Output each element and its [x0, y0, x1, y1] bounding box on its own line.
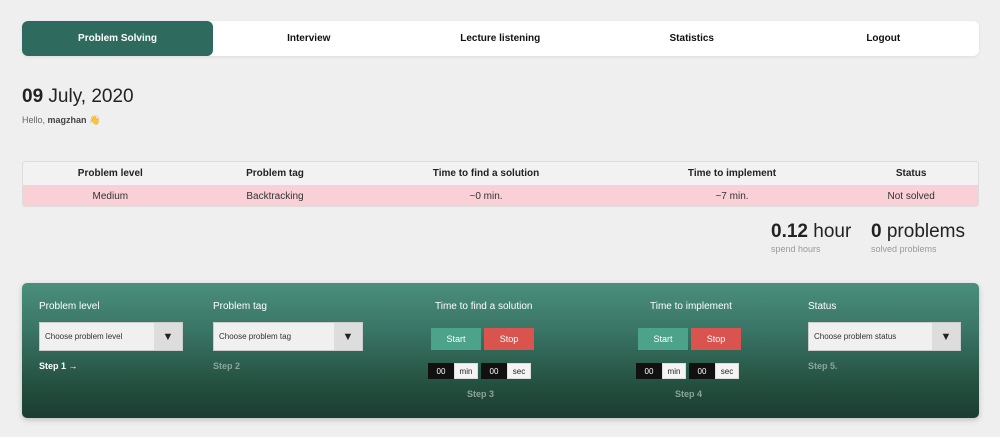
stat-hours-caption: spend hours	[771, 244, 821, 254]
stat-problems-value: 0 problems	[871, 221, 965, 243]
level-title: Problem level	[39, 301, 100, 312]
find-sec-unit: sec	[507, 363, 531, 379]
stat-problems: 0 problems solved problems	[871, 221, 965, 254]
level-select-text: Choose problem level	[45, 332, 123, 341]
find-min-unit: min	[454, 363, 478, 379]
tag-select-text: Choose problem tag	[219, 332, 292, 341]
date-month-year: July, 2020	[48, 86, 134, 107]
stat-hours-value: 0.12 hour	[771, 221, 851, 243]
greeting: Hello, magzhan 👋	[22, 115, 100, 126]
problems-unit: problems	[886, 221, 966, 242]
implement-stop-button[interactable]: Stop	[691, 328, 741, 350]
implement-min-unit: min	[662, 363, 686, 379]
nav-logout[interactable]: Logout	[788, 21, 980, 56]
chevron-down-icon[interactable]: ▼	[154, 323, 182, 350]
find-sec-value: 00	[481, 363, 507, 379]
table-cell: Medium	[92, 191, 129, 202]
table-header-cell: Status	[895, 168, 927, 179]
find-title: Time to find a solution	[435, 301, 533, 312]
nav-problem-solving[interactable]: Problem Solving	[22, 21, 213, 56]
implement-timer: 00 min 00 sec	[636, 363, 739, 379]
step-4-label: Step 4	[675, 389, 703, 399]
hours-number: 0.12	[771, 221, 808, 242]
status-select-text: Choose problem status	[814, 332, 897, 341]
top-nav: Problem Solving Interview Lecture listen…	[22, 21, 979, 56]
problems-number: 0	[871, 221, 882, 242]
step-5-label: Step 5.	[808, 361, 838, 371]
date-day: 09	[22, 86, 44, 107]
implement-sec-unit: sec	[715, 363, 739, 379]
problems-table: Problem level Problem tag Time to find a…	[22, 161, 979, 207]
status-select[interactable]: Choose problem status ▼	[808, 322, 961, 351]
table-cell: Not solved	[887, 191, 935, 202]
implement-start-button[interactable]: Start	[638, 328, 688, 350]
find-stop-button[interactable]: Stop	[484, 328, 534, 350]
greeting-prefix: Hello,	[22, 115, 46, 125]
table-header-cell: Time to find a solution	[432, 168, 540, 179]
level-select[interactable]: Choose problem level ▼	[39, 322, 183, 351]
chevron-down-icon[interactable]: ▼	[932, 323, 960, 350]
implement-title: Time to implement	[650, 301, 732, 312]
step-3-label: Step 3	[467, 389, 495, 399]
table-row: Medium Backtracking ~0 min. ~7 min. Not …	[23, 185, 978, 206]
stat-problems-caption: solved problems	[871, 244, 937, 254]
nav-interview[interactable]: Interview	[213, 21, 405, 56]
implement-min-value: 00	[636, 363, 662, 379]
nav-lecture-listening[interactable]: Lecture listening	[405, 21, 597, 56]
table-cell: ~7 min.	[715, 191, 749, 202]
stat-hours: 0.12 hour spend hours	[771, 221, 851, 254]
table-header-cell: Problem level	[77, 168, 143, 179]
table-header-cell: Problem tag	[246, 168, 304, 179]
tag-title: Problem tag	[213, 301, 267, 312]
table-header-row: Problem level Problem tag Time to find a…	[23, 162, 978, 185]
table-cell: ~0 min.	[469, 191, 503, 202]
tag-select[interactable]: Choose problem tag ▼	[213, 322, 363, 351]
nav-statistics[interactable]: Statistics	[596, 21, 788, 56]
find-min-value: 00	[428, 363, 454, 379]
step-1-label: Step 1 →	[39, 361, 78, 371]
page-date: 09 July, 2020	[22, 86, 134, 108]
implement-sec-value: 00	[689, 363, 715, 379]
greeting-username: magzhan	[47, 115, 87, 125]
table-cell: Backtracking	[246, 191, 304, 202]
step-2-label: Step 2	[213, 361, 241, 371]
find-timer: 00 min 00 sec	[428, 363, 531, 379]
hours-unit: hour	[813, 221, 852, 242]
table-header-cell: Time to implement	[687, 168, 777, 179]
status-title: Status	[808, 301, 837, 312]
problem-form-panel: Problem level Choose problem level ▼ Ste…	[22, 283, 979, 418]
wave-icon: 👋	[89, 115, 101, 125]
chevron-down-icon[interactable]: ▼	[334, 323, 362, 350]
find-start-button[interactable]: Start	[431, 328, 481, 350]
